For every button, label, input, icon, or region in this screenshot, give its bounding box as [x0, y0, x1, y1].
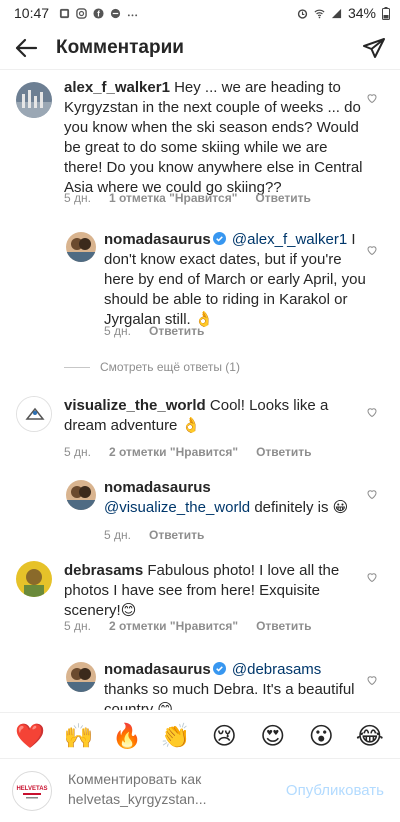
comment-meta: 5 дн. 2 отметки "Нравится" Ответить	[64, 619, 312, 633]
comment-meta: 5 дн. Ответить	[104, 324, 204, 338]
verified-badge-icon	[212, 232, 226, 245]
comment-input[interactable]	[68, 768, 268, 813]
comment-meta: 5 дн. 2 отметки "Нравится" Ответить	[64, 445, 312, 459]
comment-meta: 5 дн. 1 отметка "Нравится" Ответить	[64, 191, 311, 205]
wifi-icon	[314, 9, 325, 18]
comment-time: 5 дн.	[64, 445, 91, 459]
publish-button[interactable]: Опубликовать	[286, 782, 384, 799]
comment-item: debrasams Fabulous photo! I love all the…	[0, 561, 400, 641]
comment-text: Hey ... we are heading to Kyrgyzstan in …	[64, 79, 363, 196]
back-button[interactable]	[0, 26, 52, 70]
like-heart-icon[interactable]	[366, 674, 378, 686]
comment-input-bar: HELVETAS Опубликовать	[0, 758, 400, 822]
battery-percent: 34%	[347, 5, 376, 21]
alarm-icon	[297, 8, 308, 19]
comment-likes[interactable]: 1 отметка "Нравится"	[109, 191, 237, 205]
comment-body: visualize_the_world Cool! Looks like a d…	[64, 396, 364, 436]
like-heart-icon[interactable]	[366, 488, 378, 500]
comment-body: nomadasaurus @alex_f_walker1 I don't kno…	[104, 230, 366, 330]
avatar[interactable]	[16, 82, 52, 118]
reply-button[interactable]: Ответить	[256, 445, 311, 459]
comment-username[interactable]: nomadasaurus	[104, 661, 211, 678]
comment-body: nomadasaurus @debrasams thanks so much D…	[104, 660, 366, 710]
emoji-quick-bar: ❤️ 🙌 🔥 👏 😢 😍 😮 😂	[0, 712, 400, 758]
page-title: Комментарии	[56, 36, 184, 58]
avatar[interactable]	[66, 232, 96, 262]
comment-text: thanks so much Debra. It's a beautiful c…	[104, 681, 355, 710]
emoji-heart-eyes-button[interactable]: 😍	[258, 721, 288, 751]
comment-body: nomadasaurus @visualize_the_world defini…	[104, 478, 366, 518]
like-heart-icon[interactable]	[366, 244, 378, 256]
chat-icon	[110, 8, 121, 18]
comment-meta: 5 дн. Ответить	[104, 528, 204, 542]
app-bar: Комментарии	[0, 26, 400, 70]
status-time: 10:47	[14, 5, 50, 21]
comment-time: 5 дн.	[64, 191, 91, 205]
comment-username[interactable]: nomadasaurus	[104, 231, 211, 248]
comment-username[interactable]: alex_f_walker1	[64, 79, 170, 96]
comment-username[interactable]: visualize_the_world	[64, 397, 206, 414]
logo-text: HELVETAS	[16, 786, 47, 792]
comment-mention[interactable]: @alex_f_walker1	[232, 231, 347, 248]
emoji-surprised-button[interactable]: 😮	[306, 721, 336, 751]
avatar[interactable]	[66, 480, 96, 510]
view-more-replies-label: Смотреть ещё ответы (1)	[100, 360, 240, 374]
reply-button[interactable]: Ответить	[255, 191, 310, 205]
comment-likes[interactable]: 2 отметки "Нравится"	[109, 445, 238, 459]
emoji-laughing-button[interactable]: 😂	[355, 721, 385, 751]
divider	[64, 366, 90, 368]
back-arrow-icon	[15, 38, 38, 57]
comment-username[interactable]: nomadasaurus	[104, 479, 211, 496]
like-heart-icon[interactable]	[366, 406, 378, 418]
verified-badge-icon	[212, 662, 226, 675]
avatar[interactable]	[66, 662, 96, 692]
battery-icon	[382, 6, 390, 20]
comment-username[interactable]: debrasams	[64, 562, 143, 579]
facebook-icon: f	[93, 7, 104, 18]
comment-mention[interactable]: @debrasams	[232, 661, 321, 678]
emoji-fire-button[interactable]: 🔥	[112, 721, 142, 751]
comment-text: definitely is 😀	[254, 499, 349, 516]
reply-button[interactable]: Ответить	[256, 619, 311, 633]
svg-text:f: f	[97, 9, 100, 18]
reply-button[interactable]: Ответить	[149, 528, 204, 542]
comment-mention[interactable]: @visualize_the_world	[104, 499, 250, 516]
reply-item: nomadasaurus @alex_f_walker1 I don't kno…	[0, 230, 400, 340]
paper-plane-icon	[363, 37, 385, 58]
gallery-icon	[59, 8, 70, 18]
reply-item: nomadasaurus @visualize_the_world defini…	[0, 478, 400, 548]
instagram-icon	[76, 7, 87, 19]
view-more-replies-button[interactable]: Смотреть ещё ответы (1)	[64, 360, 240, 374]
reply-button[interactable]: Ответить	[149, 324, 204, 338]
avatar[interactable]	[16, 561, 52, 597]
comment-time: 5 дн.	[104, 324, 131, 338]
comment-time: 5 дн.	[104, 528, 131, 542]
emoji-clap-button[interactable]: 👏	[161, 721, 191, 751]
reply-item: nomadasaurus @debrasams thanks so much D…	[0, 660, 400, 710]
comment-time: 5 дн.	[64, 619, 91, 633]
direct-send-button[interactable]	[348, 26, 400, 70]
like-heart-icon[interactable]	[366, 571, 378, 583]
comment-body: alex_f_walker1 Hey ... we are heading to…	[64, 78, 364, 198]
emoji-crying-button[interactable]: 😢	[209, 721, 239, 751]
comment-item: visualize_the_world Cool! Looks like a d…	[0, 396, 400, 466]
like-heart-icon[interactable]	[366, 92, 378, 104]
current-user-avatar: HELVETAS	[12, 770, 52, 811]
emoji-raised-hands-button[interactable]: 🙌	[64, 721, 94, 751]
comments-list[interactable]: alex_f_walker1 Hey ... we are heading to…	[0, 70, 400, 710]
status-bar: 10:47 f 34%	[0, 0, 400, 26]
emoji-heart-button[interactable]: ❤️	[15, 721, 45, 751]
avatar[interactable]	[16, 396, 52, 432]
comment-item: alex_f_walker1 Hey ... we are heading to…	[0, 78, 400, 208]
comment-likes[interactable]: 2 отметки "Нравится"	[109, 619, 238, 633]
more-dots-icon	[127, 13, 138, 16]
signal-icon	[331, 8, 342, 18]
comment-body: debrasams Fabulous photo! I love all the…	[64, 561, 364, 621]
